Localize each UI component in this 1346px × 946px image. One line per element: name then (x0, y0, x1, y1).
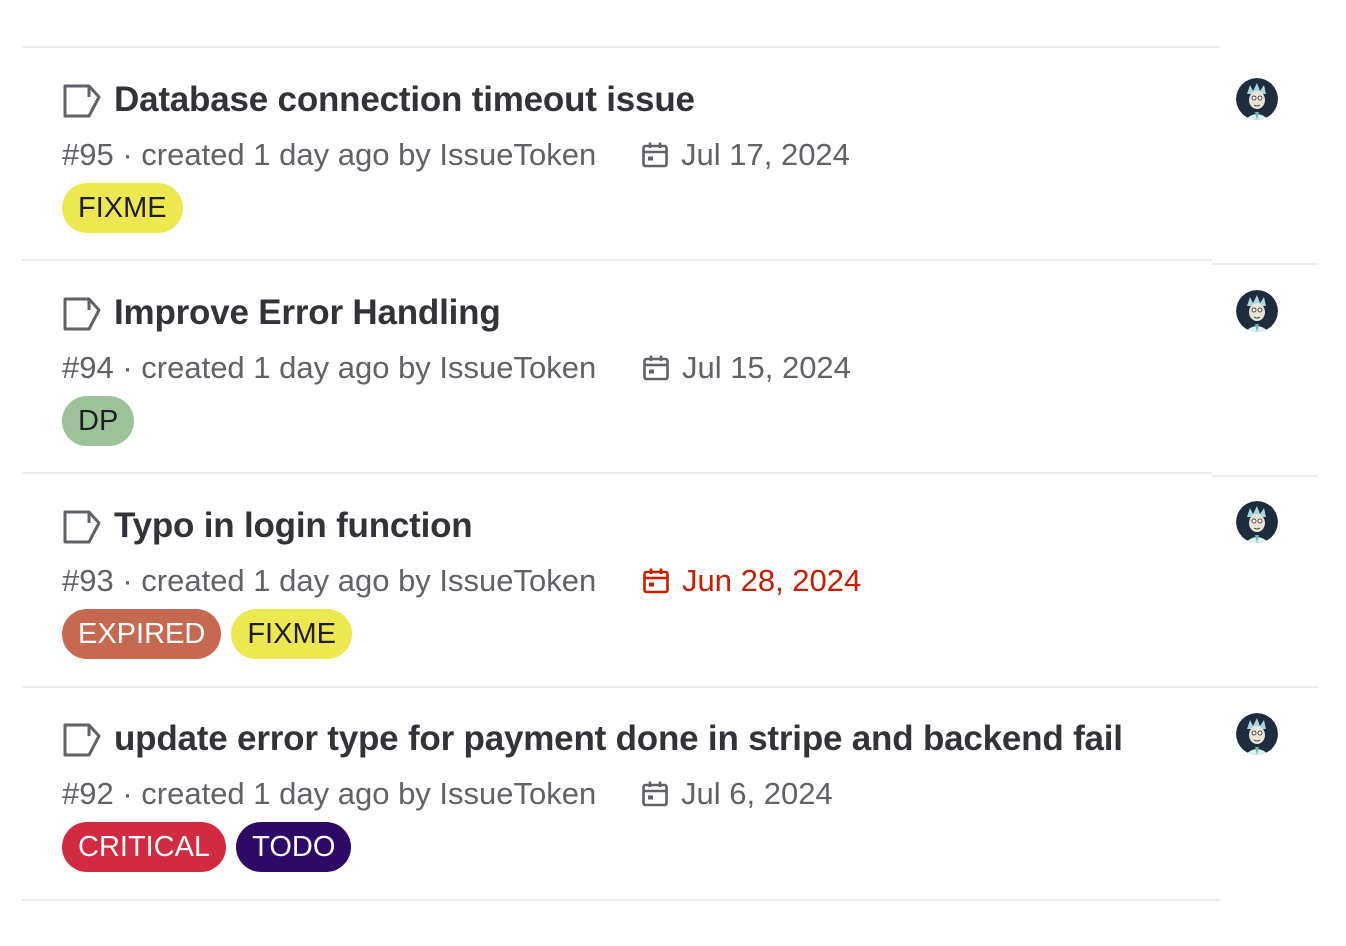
issue-row[interactable]: Database connection timeout issue #95 · … (0, 0, 1346, 233)
issue-meta: #95 · created 1 day ago by IssueToken (62, 137, 596, 173)
avatar-image (1236, 713, 1278, 755)
calendar-icon (642, 142, 668, 168)
assignee-avatar[interactable] (1236, 78, 1278, 120)
calendar-icon (642, 781, 668, 807)
issue-open-icon (63, 297, 101, 331)
issue-title[interactable]: Typo in login function (114, 506, 473, 546)
avatar-image (1236, 501, 1278, 543)
issue-open-icon (63, 723, 101, 757)
author-link[interactable]: IssueToken (439, 137, 596, 172)
issue-title[interactable]: Database connection timeout issue (114, 80, 695, 120)
calendar-icon (643, 355, 669, 381)
label-todo[interactable]: TODO (236, 822, 352, 872)
author-link[interactable]: IssueToken (439, 563, 596, 598)
issue-title[interactable]: Improve Error Handling (114, 293, 501, 333)
due-date-expired: Jun 28, 2024 (642, 563, 861, 599)
issue-title[interactable]: update error type for payment done in st… (114, 719, 1123, 759)
due-date: Jul 6, 2024 (641, 776, 833, 812)
issue-row[interactable]: update error type for payment done in st… (0, 639, 1346, 872)
due-date: Jul 15, 2024 (642, 350, 851, 386)
due-date-text: Jul 17, 2024 (681, 137, 850, 172)
due-date-text: Jul 6, 2024 (681, 776, 833, 811)
label-list: CRITICAL TODO (62, 822, 352, 872)
label-critical[interactable]: CRITICAL (62, 822, 227, 872)
list-divider (22, 899, 1220, 901)
avatar-image (1236, 78, 1278, 120)
issue-meta-text: #93 · created 1 day ago by (62, 563, 440, 598)
author-link[interactable]: IssueToken (439, 776, 596, 811)
issue-meta: #94 · created 1 day ago by IssueToken (62, 350, 596, 386)
issue-open-icon (63, 84, 101, 118)
issue-meta: #93 · created 1 day ago by IssueToken (62, 563, 596, 599)
issue-open-icon (63, 510, 101, 544)
issue-meta-text: #95 · created 1 day ago by (62, 137, 440, 172)
issue-row[interactable]: Typo in login function #93 · created 1 d… (0, 426, 1346, 659)
issue-row[interactable]: Improve Error Handling #94 · created 1 d… (0, 213, 1346, 446)
avatar-image (1236, 290, 1278, 332)
assignee-avatar[interactable] (1236, 713, 1278, 755)
issue-meta: #92 · created 1 day ago by IssueToken (62, 776, 596, 812)
due-date-text: Jun 28, 2024 (682, 563, 862, 598)
due-date: Jul 17, 2024 (641, 137, 850, 173)
issue-meta-text: #94 · created 1 day ago by (62, 350, 440, 385)
issue-meta-text: #92 · created 1 day ago by (62, 776, 440, 811)
calendar-icon (643, 568, 669, 594)
assignee-avatar[interactable] (1236, 501, 1278, 543)
author-link[interactable]: IssueToken (439, 350, 596, 385)
assignee-avatar[interactable] (1236, 290, 1278, 332)
due-date-text: Jul 15, 2024 (682, 350, 851, 385)
